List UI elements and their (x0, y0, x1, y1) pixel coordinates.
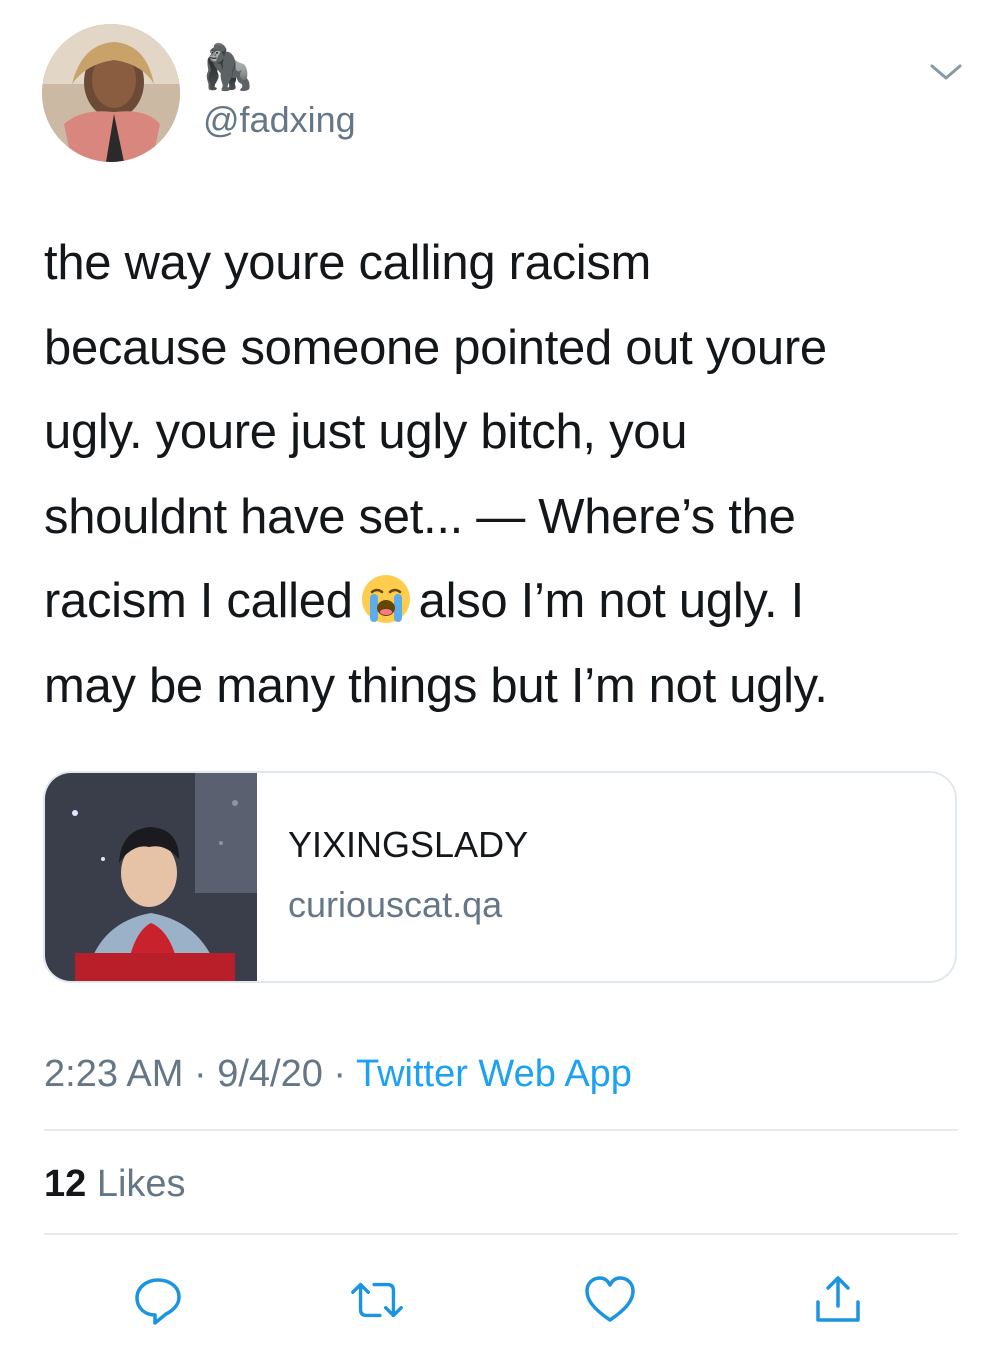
share-button[interactable] (808, 1270, 868, 1330)
share-icon (816, 1276, 860, 1322)
meta-separator: · (193, 1053, 207, 1095)
tweet-line: may be many things but I’m not ugly. (44, 658, 828, 713)
tweet-date: 9/4/20 (217, 1053, 323, 1095)
divider (44, 1129, 958, 1131)
reply-button[interactable] (128, 1270, 188, 1330)
retweet-button[interactable] (347, 1270, 407, 1330)
display-name[interactable]: 🦍 (200, 42, 255, 94)
tweet-source-link[interactable]: Twitter Web App (356, 1053, 632, 1095)
tweet-line: ugly. youre just ugly bitch, you (44, 405, 688, 459)
tweet-text: the way youre calling racism because som… (44, 221, 964, 728)
tweet-time: 2:23 AM (44, 1053, 184, 1095)
tweet-line: shouldnt have set... — Where’s the (44, 489, 796, 544)
tweet-line: because someone pointed out youre (44, 320, 827, 375)
tweet-line-part: racism I called (44, 574, 353, 628)
meta-separator: · (333, 1053, 347, 1095)
tweet-line-with-emoji: racism I called also I’m not ugly. I (44, 559, 964, 644)
card-thumbnail (45, 773, 257, 981)
card-title: YIXINGSLADY (288, 824, 529, 865)
tweet-meta: 2:23 AM · 9/4/20 · Twitter Web App (44, 1052, 632, 1096)
loudly-crying-face-emoji-icon (361, 575, 410, 623)
link-card[interactable]: YIXINGSLADY curiouscat.qa (43, 771, 957, 983)
reply-icon (135, 1278, 181, 1325)
likes-count: 12 (44, 1163, 87, 1205)
tweet-line: the way youre calling racism (44, 236, 652, 290)
card-domain: curiouscat.qa (288, 884, 503, 925)
like-icon (585, 1276, 635, 1322)
retweet-icon (351, 1282, 403, 1318)
divider (44, 1233, 958, 1235)
chevron-down-icon[interactable] (928, 60, 964, 84)
tweet-line-part: also I’m not ugly. I (418, 574, 805, 628)
author-avatar[interactable] (42, 24, 180, 162)
author-handle[interactable]: @fadxing (203, 98, 356, 142)
likes-stat[interactable]: 12 Likes (44, 1162, 186, 1206)
like-button[interactable] (580, 1270, 640, 1330)
likes-label: Likes (96, 1163, 186, 1205)
